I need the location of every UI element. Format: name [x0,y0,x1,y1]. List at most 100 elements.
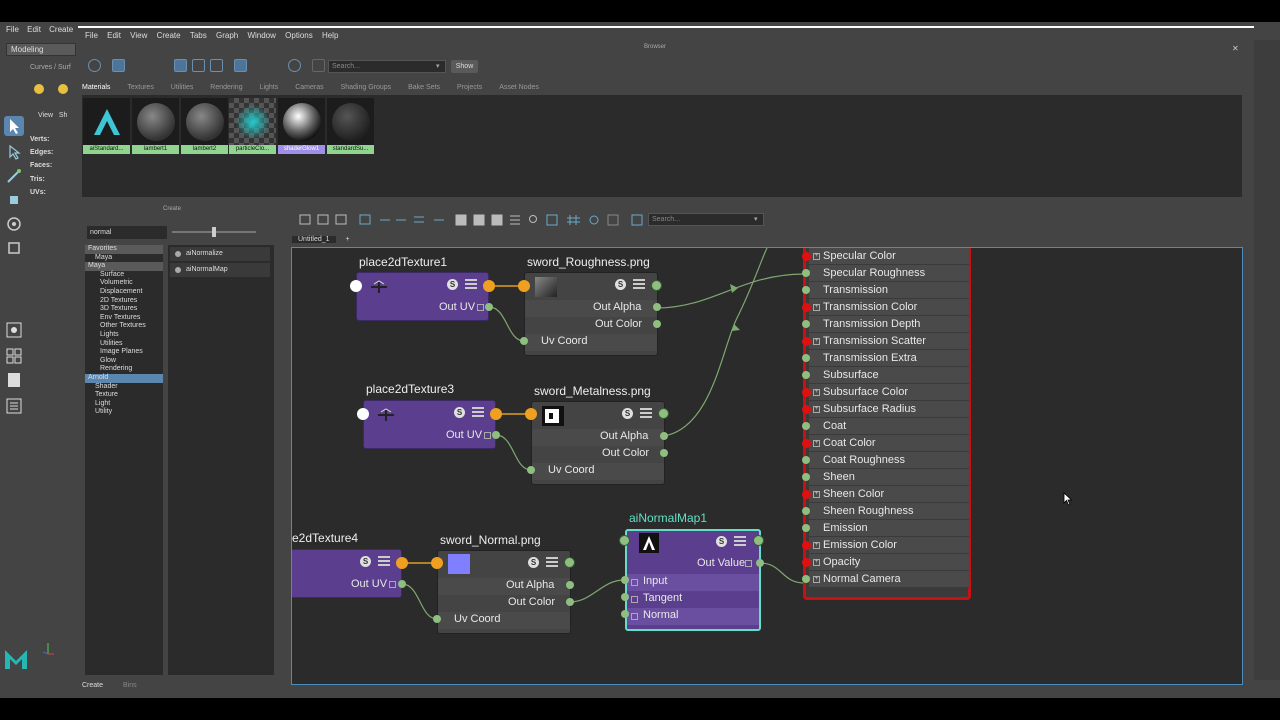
tree-item[interactable]: Surface [85,271,163,280]
expand-icon[interactable] [389,581,396,588]
input-port[interactable] [802,473,810,481]
output-port[interactable] [753,535,764,546]
expand-icon[interactable]: + [813,559,820,566]
output-port[interactable] [658,408,669,419]
expand-icon[interactable]: + [813,389,820,396]
input-port[interactable] [621,576,629,584]
view-list-icon[interactable] [130,59,143,72]
tab-lights[interactable]: Lights [260,84,279,91]
output-port[interactable] [653,320,661,328]
input-port[interactable] [520,337,528,345]
tree-item[interactable]: Env Textures [85,314,163,323]
chevron-down-icon[interactable]: ▾ [436,62,440,70]
tree-item[interactable]: Texture [85,391,163,400]
node-place2dtexture1[interactable]: S Out UV [356,272,489,321]
tree-item[interactable]: Displacement [85,288,163,297]
material-attr-row[interactable]: + Coat Color [809,435,969,452]
material-attr-row[interactable]: Transmission [809,282,969,299]
swatch-toggle-icon[interactable]: S [447,279,458,290]
tab-materials[interactable]: Materials [82,84,110,91]
input-port[interactable] [619,535,630,546]
swatch-toggle-icon[interactable]: S [360,556,371,567]
hs-menu-tabs[interactable]: Tabs [190,28,207,44]
output-port[interactable] [398,580,406,588]
hs-menu-view[interactable]: View [130,28,147,44]
sort-name-icon[interactable] [234,59,247,72]
expand-icon[interactable] [631,579,638,586]
output-port[interactable] [483,280,495,292]
material-attr-row[interactable]: Emission [809,520,969,537]
menu-create[interactable]: Create [49,25,73,34]
list-mode-icon[interactable] [734,536,746,547]
layout-icon[interactable] [4,320,24,340]
input-port[interactable] [802,337,811,346]
input-port[interactable] [802,388,811,397]
hs-menu-window[interactable]: Window [247,28,275,44]
node-place2dtexture4[interactable]: S Out UV [292,549,402,598]
close-icon[interactable]: ✕ [1232,44,1239,53]
show-button[interactable]: Show [451,60,478,73]
material-attr-row[interactable]: + Subsurface Color [809,384,969,401]
input-port[interactable] [802,371,810,379]
result-ainormalmap[interactable]: aiNormalMap [170,263,270,277]
menu-file[interactable]: File [6,25,19,34]
filter-icon[interactable] [312,59,325,72]
expand-icon[interactable]: + [813,338,820,345]
select-tool-icon[interactable] [4,116,24,136]
tab-rendering[interactable]: Rendering [210,84,242,91]
sort-type-icon[interactable] [252,59,265,72]
hs-menu-create[interactable]: Create [157,28,181,44]
hs-menu-file[interactable]: File [85,28,98,44]
four-view-icon[interactable] [4,346,24,366]
tab-bins[interactable]: Bins [123,682,137,689]
material-attr-row[interactable]: Subsurface [809,367,969,384]
output-port[interactable] [756,559,764,567]
tab-create[interactable]: Create [82,682,103,689]
list-mode-icon[interactable] [472,407,484,418]
tree-item[interactable]: Maya [85,262,163,271]
swatch-shaderglow[interactable]: shaderGlow1 [278,98,325,156]
tree-item[interactable]: Rendering [85,365,163,374]
output-port[interactable] [566,581,574,589]
output-port[interactable] [651,280,662,291]
lasso-tool-icon[interactable] [4,142,24,162]
hs-menu-options[interactable]: Options [285,28,313,44]
small-icons-icon[interactable] [156,59,169,72]
xlarge-icons-icon[interactable] [210,59,223,72]
input-port[interactable] [802,269,810,277]
output-port[interactable] [492,431,500,439]
graph-search-input[interactable]: Search... [648,213,764,226]
node-ainormalmap1[interactable]: S Out Value Input Tangent Normal [625,529,761,631]
shelf-tab[interactable]: Curves / Surf [30,64,71,71]
tab-projects[interactable]: Projects [457,84,482,91]
tab-untitled[interactable]: Untitled_1 [292,236,336,243]
medium-icons-icon[interactable] [174,59,187,72]
input-port[interactable] [802,252,811,261]
input-port[interactable] [431,557,443,569]
expand-icon[interactable] [745,560,752,567]
material-attr-row[interactable]: + Emission Color [809,537,969,554]
swatch-toggle-icon[interactable]: S [716,536,727,547]
expand-icon[interactable] [477,304,484,311]
input-port[interactable] [525,408,537,420]
sort-time-icon[interactable] [270,59,283,72]
expand-icon[interactable] [631,613,638,620]
expand-icon[interactable] [631,596,638,603]
material-attr-row[interactable]: + Transmission Scatter [809,333,969,350]
material-attr-row[interactable]: + Opacity [809,554,969,571]
input-port[interactable] [802,490,811,499]
create-search-input[interactable]: normal [87,226,167,239]
output-port[interactable] [490,408,502,420]
chevron-down-icon[interactable]: ▾ [754,215,758,223]
tree-item[interactable]: Arnold [85,373,163,383]
input-port[interactable] [802,524,810,532]
large-icons-icon[interactable] [192,59,205,72]
material-node-standardsurface[interactable]: + Specular Color Specular Roughness Transmi… [802,248,971,600]
add-tab-button[interactable]: + [345,236,349,243]
material-attr-row[interactable]: Coat Roughness [809,452,969,469]
input-port[interactable] [802,575,810,583]
hs-menu-edit[interactable]: Edit [107,28,121,44]
tree-item[interactable]: 2D Textures [85,297,163,306]
hs-menu-graph[interactable]: Graph [216,28,238,44]
viewport-menu-view[interactable]: View [38,112,53,119]
